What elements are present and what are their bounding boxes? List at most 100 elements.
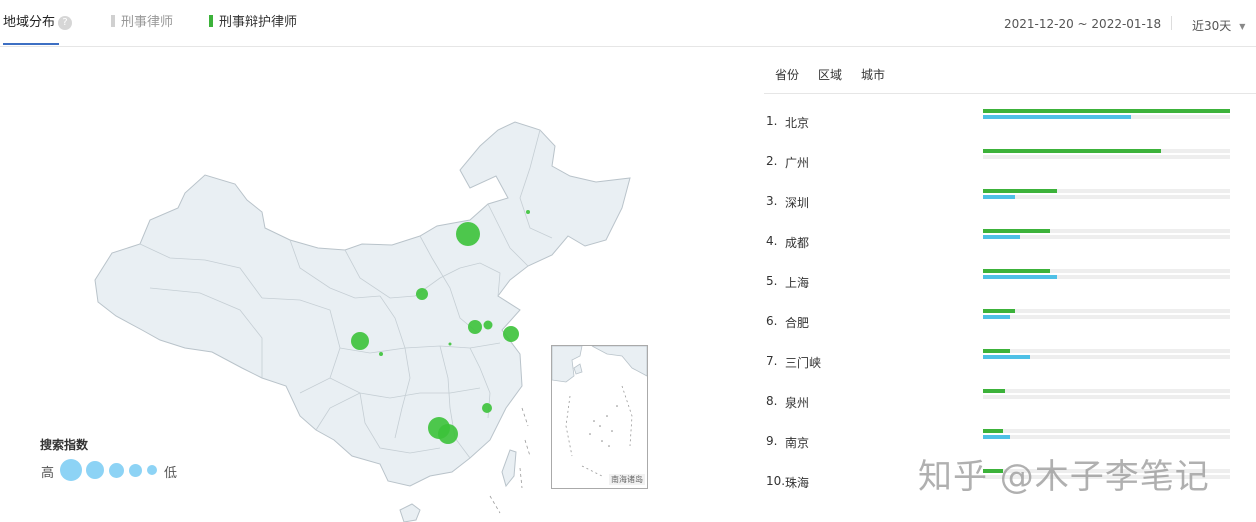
bar-fill-blue xyxy=(983,115,1131,119)
legend-label: 刑事律师 xyxy=(121,15,174,30)
bar-fill-blue xyxy=(983,355,1030,359)
bar-track-green xyxy=(983,229,1230,233)
legend-dot-sm xyxy=(129,464,142,477)
rank-city-name: 成都 xyxy=(785,236,810,250)
rank-number: 8. xyxy=(766,394,778,408)
legend-swatch-green xyxy=(209,15,213,27)
active-tab-indicator xyxy=(3,43,59,45)
ranking-row[interactable]: 1. 北京 xyxy=(764,101,1256,141)
bar-fill-blue xyxy=(983,195,1015,199)
bar-track-blue xyxy=(983,115,1230,119)
bar-track-green xyxy=(983,109,1230,113)
rank-number: 5. xyxy=(766,274,778,288)
bar-fill-blue xyxy=(983,435,1010,439)
bar-fill-green xyxy=(983,269,1050,273)
bar-track-green xyxy=(983,189,1230,193)
bar-track-blue xyxy=(983,275,1230,279)
rank-city-name: 三门峡 xyxy=(785,356,822,370)
bubble-beijing xyxy=(456,222,480,246)
range-select[interactable]: 近30天 ▼ xyxy=(1192,17,1245,34)
legend-label: 刑事辩护律师 xyxy=(219,15,298,30)
bar-fill-green xyxy=(983,349,1010,353)
series-legend-criminal-lawyer[interactable]: 刑事律师 xyxy=(111,14,173,32)
bar-track-green xyxy=(983,269,1230,273)
bubble-quanzhou xyxy=(482,403,492,413)
bubble-nanjing xyxy=(483,320,493,330)
rank-city-name: 合肥 xyxy=(785,316,810,330)
divider xyxy=(1171,16,1172,30)
ranking-row[interactable]: 5. 上海 xyxy=(764,261,1256,301)
legend-dot-md xyxy=(109,463,124,478)
bar-track-green xyxy=(983,309,1230,313)
bubble-shanghai xyxy=(503,326,519,342)
bubble-sanmenxia xyxy=(416,288,428,300)
ranking-row[interactable]: 4. 成都 xyxy=(764,221,1256,261)
bar-fill-green xyxy=(983,189,1057,193)
bubble-chongqing xyxy=(379,352,383,356)
bar-fill-green xyxy=(983,149,1161,153)
legend-scale: 高 低 xyxy=(40,459,200,485)
watermark-text: 知乎 @木子李笔记 xyxy=(918,457,1210,497)
bubble-shenyang xyxy=(526,210,530,214)
bubble-hefei xyxy=(468,320,482,334)
inset-label: 南海诸岛 xyxy=(609,474,645,485)
rank-number: 10. xyxy=(766,474,786,488)
bar-track-blue xyxy=(983,315,1230,319)
bar-fill-blue xyxy=(983,275,1057,279)
tab-region-label: 地域分布 xyxy=(3,15,56,30)
ranking-row[interactable]: 3. 深圳 xyxy=(764,181,1256,221)
rank-number: 7. xyxy=(766,354,778,368)
legend-dot-xs xyxy=(147,465,157,475)
rank-city-name: 上海 xyxy=(785,276,810,290)
rank-city-name: 珠海 xyxy=(785,476,810,490)
bar-track-blue xyxy=(983,155,1230,159)
ranking-row[interactable]: 6. 合肥 xyxy=(764,301,1256,341)
rank-city-name: 北京 xyxy=(785,116,810,130)
bar-track-blue xyxy=(983,195,1230,199)
bar-fill-green xyxy=(983,309,1015,313)
header-bar: 地域分布? 刑事律师 刑事辩护律师 2021-12-20 ~ 2022-01-1… xyxy=(0,0,1256,47)
hainan-island xyxy=(399,503,421,522)
subtab-city[interactable]: 城市 xyxy=(861,66,885,83)
tab-region-distribution[interactable]: 地域分布? xyxy=(3,14,73,45)
map-panel: 南海诸岛 搜索指数 高 低 xyxy=(0,48,760,522)
rank-city-name: 深圳 xyxy=(785,196,810,210)
bubble-wuhan xyxy=(448,342,452,346)
bar-track-blue xyxy=(983,395,1230,399)
rank-number: 3. xyxy=(766,194,778,208)
south-china-sea-inset: 南海诸岛 xyxy=(551,345,648,489)
map-landmass xyxy=(94,121,631,487)
rank-number: 1. xyxy=(766,114,778,128)
inset-map xyxy=(551,345,648,477)
search-index-legend: 搜索指数 高 低 xyxy=(40,436,200,485)
rank-number: 6. xyxy=(766,314,778,328)
rank-number: 2. xyxy=(766,154,778,168)
range-select-label: 近30天 xyxy=(1192,19,1232,33)
subtab-region[interactable]: 区域 xyxy=(818,66,842,83)
date-range[interactable]: 2021-12-20 ~ 2022-01-18 xyxy=(1004,17,1161,31)
bar-track-blue xyxy=(983,435,1230,439)
bubble-shenzhen xyxy=(438,424,458,444)
bar-track-green xyxy=(983,389,1230,393)
rank-number: 4. xyxy=(766,234,778,248)
bar-fill-green xyxy=(983,389,1005,393)
ranking-row[interactable]: 8. 泉州 xyxy=(764,381,1256,421)
rank-city-name: 广州 xyxy=(785,156,810,170)
rank-city-name: 泉州 xyxy=(785,396,810,410)
ranking-row[interactable]: 2. 广州 xyxy=(764,141,1256,181)
taiwan-island xyxy=(501,449,517,488)
legend-title: 搜索指数 xyxy=(40,438,89,452)
bar-fill-green xyxy=(983,429,1003,433)
bar-track-green xyxy=(983,429,1230,433)
help-icon[interactable]: ? xyxy=(58,16,73,30)
chevron-down-icon: ▼ xyxy=(1239,22,1246,31)
rank-number: 9. xyxy=(766,434,778,448)
bar-track-green xyxy=(983,349,1230,353)
ranking-row[interactable]: 7. 三门峡 xyxy=(764,341,1256,381)
subtab-province[interactable]: 省份 xyxy=(775,66,799,83)
bar-fill-green xyxy=(983,109,1230,113)
series-legend-criminal-defense-lawyer[interactable]: 刑事辩护律师 xyxy=(209,14,297,32)
bubble-chengdu xyxy=(351,332,369,350)
legend-dot-xl xyxy=(60,459,82,481)
legend-dot-lg xyxy=(86,461,104,479)
